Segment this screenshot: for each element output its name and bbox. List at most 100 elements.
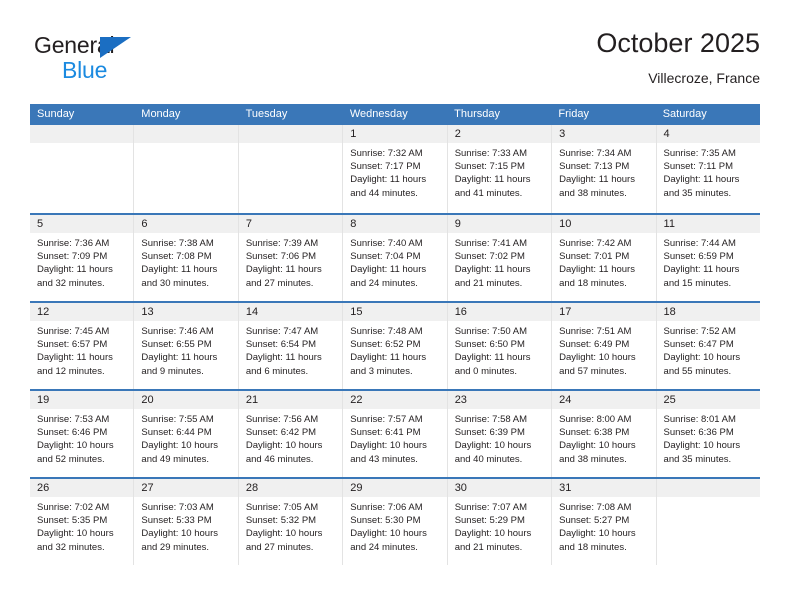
calendar-day-cell[interactable]: 27 Sunrise: 7:03 AM Sunset: 5:33 PM Dayligh… <box>134 479 239 565</box>
calendar-day-cell[interactable]: 22 Sunrise: 7:57 AM Sunset: 6:41 PM Dayligh… <box>343 391 448 477</box>
calendar-day-cell[interactable]: 23 Sunrise: 7:58 AM Sunset: 6:39 PM Dayligh… <box>447 391 553 477</box>
calendar-day-cell[interactable]: 6 Sunrise: 7:38 AM Sunset: 7:08 PM Daylight… <box>134 215 239 301</box>
day-number-band: 20 <box>134 391 238 409</box>
general-blue-logo[interactable]: General Blue <box>34 32 164 90</box>
day-number-band: 3 <box>552 125 656 143</box>
calendar-day-cell[interactable]: 28 Sunrise: 7:05 AM Sunset: 5:32 PM Dayligh… <box>238 479 344 565</box>
day-number-band: 24 <box>552 391 656 409</box>
day-details: Sunrise: 7:51 AM Sunset: 6:49 PM Daylight:… <box>552 321 655 378</box>
day-number: 3 <box>559 128 566 140</box>
calendar-day-cell[interactable]: 4 Sunrise: 7:35 AM Sunset: 7:11 PM Daylight… <box>656 125 760 213</box>
daylight-duration-line2: and 15 minutes. <box>663 277 732 289</box>
sunrise-time: Sunrise: 7:46 AM <box>141 326 214 337</box>
day-details: Sunrise: 7:38 AM Sunset: 7:08 PM Daylight:… <box>134 233 237 290</box>
day-number-band: 15 <box>343 303 447 321</box>
day-number: 15 <box>350 306 363 318</box>
calendar-day-cell-empty <box>238 125 344 213</box>
calendar-day-cell[interactable]: 8 Sunrise: 7:40 AM Sunset: 7:04 PM Daylight… <box>343 215 448 301</box>
daylight-duration-line2: and 21 minutes. <box>454 541 523 553</box>
day-number: 13 <box>141 306 154 318</box>
calendar-day-cell[interactable]: 17 Sunrise: 7:51 AM Sunset: 6:49 PM Dayligh… <box>552 303 657 389</box>
day-details: Sunrise: 7:06 AM Sunset: 5:30 PM Daylight:… <box>343 497 446 554</box>
calendar-day-cell[interactable]: 20 Sunrise: 7:55 AM Sunset: 6:44 PM Dayligh… <box>134 391 239 477</box>
day-details: Sunrise: 7:47 AM Sunset: 6:54 PM Daylight:… <box>239 321 342 378</box>
calendar-day-cell[interactable]: 14 Sunrise: 7:47 AM Sunset: 6:54 PM Dayligh… <box>238 303 344 389</box>
daylight-duration-line1: Daylight: 11 hours <box>37 264 113 276</box>
calendar-day-cell[interactable]: 15 Sunrise: 7:48 AM Sunset: 6:52 PM Dayligh… <box>343 303 448 389</box>
day-details: Sunrise: 7:36 AM Sunset: 7:09 PM Daylight:… <box>30 233 133 290</box>
sunset-time: Sunset: 7:01 PM <box>559 251 630 263</box>
calendar-day-cell[interactable]: 7 Sunrise: 7:39 AM Sunset: 7:06 PM Daylight… <box>238 215 344 301</box>
sunrise-time: Sunrise: 7:51 AM <box>559 326 632 337</box>
sunrise-time: Sunrise: 8:01 AM <box>663 414 736 425</box>
day-number-band: 23 <box>447 391 552 409</box>
daylight-duration-line1: Daylight: 10 hours <box>350 440 427 452</box>
day-number: 18 <box>663 306 676 318</box>
day-number-band: 10 <box>552 215 656 233</box>
calendar-day-cell[interactable]: 2 Sunrise: 7:33 AM Sunset: 7:15 PM Daylight… <box>447 125 553 213</box>
day-number-band: 25 <box>656 391 760 409</box>
day-number: 28 <box>245 482 259 494</box>
calendar-day-cell[interactable]: 26 Sunrise: 7:02 AM Sunset: 5:35 PM Dayligh… <box>30 479 135 565</box>
calendar-day-cell[interactable]: 19 Sunrise: 7:53 AM Sunset: 6:46 PM Dayligh… <box>30 391 135 477</box>
day-number-band: 21 <box>238 391 343 409</box>
calendar-day-cell[interactable]: 29 Sunrise: 7:06 AM Sunset: 5:30 PM Dayligh… <box>343 479 448 565</box>
sunrise-time: Sunrise: 7:02 AM <box>37 502 110 513</box>
calendar-day-cell[interactable]: 25 Sunrise: 8:01 AM Sunset: 6:36 PM Dayligh… <box>656 391 760 477</box>
day-details: Sunrise: 7:50 AM Sunset: 6:50 PM Daylight:… <box>448 321 551 378</box>
daylight-duration-line1: Daylight: 10 hours <box>350 528 427 540</box>
daylight-duration-line2: and 52 minutes. <box>37 453 105 465</box>
sunrise-time: Sunrise: 7:41 AM <box>454 238 528 249</box>
daylight-duration-line1: Daylight: 10 hours <box>245 440 323 452</box>
calendar-day-cell[interactable]: 21 Sunrise: 7:56 AM Sunset: 6:42 PM Dayligh… <box>238 391 344 477</box>
calendar-day-cell[interactable]: 31 Sunrise: 7:08 AM Sunset: 5:27 PM Dayligh… <box>552 479 657 565</box>
calendar-week-row: 5 Sunrise: 7:36 AM Sunset: 7:09 PM Daylight… <box>30 213 760 301</box>
calendar-day-cell[interactable]: 5 Sunrise: 7:36 AM Sunset: 7:09 PM Daylight… <box>30 215 135 301</box>
daylight-duration-line1: Daylight: 11 hours <box>559 174 635 186</box>
weekday-header-thursday: Thursday <box>454 108 500 120</box>
calendar-day-cell[interactable]: 11 Sunrise: 7:44 AM Sunset: 6:59 PM Dayligh… <box>656 215 760 301</box>
sunrise-time: Sunrise: 7:40 AM <box>350 238 423 249</box>
sunset-time: Sunset: 5:29 PM <box>454 515 525 527</box>
day-number: 17 <box>559 306 572 318</box>
day-number: 10 <box>559 218 572 230</box>
daylight-duration-line1: Daylight: 10 hours <box>245 528 323 540</box>
daylight-duration-line2: and 44 minutes. <box>350 187 418 199</box>
sunset-time: Sunset: 6:41 PM <box>350 427 421 439</box>
calendar-day-cell[interactable]: 13 Sunrise: 7:46 AM Sunset: 6:55 PM Dayligh… <box>134 303 239 389</box>
daylight-duration-line2: and 41 minutes. <box>454 187 523 199</box>
day-number-band: 5 <box>30 215 134 233</box>
calendar-day-cell[interactable]: 30 Sunrise: 7:07 AM Sunset: 5:29 PM Dayligh… <box>447 479 553 565</box>
calendar-page: General Blue October 2025 Villecroze, Fr… <box>0 0 792 612</box>
sunrise-time: Sunrise: 7:03 AM <box>141 502 214 513</box>
calendar-day-cell[interactable]: 12 Sunrise: 7:45 AM Sunset: 6:57 PM Dayligh… <box>30 303 135 389</box>
calendar-week-row: 12 Sunrise: 7:45 AM Sunset: 6:57 PM Dayligh… <box>30 301 760 389</box>
calendar-day-cell[interactable]: 9 Sunrise: 7:41 AM Sunset: 7:02 PM Daylight… <box>447 215 553 301</box>
daylight-duration-line1: Daylight: 10 hours <box>559 352 636 364</box>
weekday-header-friday: Friday <box>558 108 589 120</box>
calendar-day-cell-empty <box>656 479 760 565</box>
day-number-band: 29 <box>343 479 447 497</box>
day-details: Sunrise: 7:45 AM Sunset: 6:57 PM Daylight:… <box>30 321 133 378</box>
day-number: 23 <box>454 394 467 406</box>
day-number: 6 <box>141 218 148 230</box>
daylight-duration-line1: Daylight: 10 hours <box>663 440 741 452</box>
logo-text-blue: Blue <box>62 57 108 83</box>
calendar-week-row: 26 Sunrise: 7:02 AM Sunset: 5:35 PM Dayligh… <box>30 477 760 565</box>
day-details: Sunrise: 7:34 AM Sunset: 7:13 PM Daylight:… <box>552 143 655 200</box>
page-subtitle-location: Villecroze, France <box>648 70 760 86</box>
calendar-day-cell[interactable]: 24 Sunrise: 8:00 AM Sunset: 6:38 PM Dayligh… <box>552 391 657 477</box>
calendar-day-cell[interactable]: 16 Sunrise: 7:50 AM Sunset: 6:50 PM Dayligh… <box>447 303 553 389</box>
calendar-day-cell[interactable]: 10 Sunrise: 7:42 AM Sunset: 7:01 PM Dayligh… <box>552 215 657 301</box>
calendar-day-cell[interactable]: 3 Sunrise: 7:34 AM Sunset: 7:13 PM Daylight… <box>552 125 657 213</box>
daylight-duration-line1: Daylight: 11 hours <box>454 264 531 276</box>
day-number: 19 <box>37 394 50 406</box>
calendar-week-row: 19 Sunrise: 7:53 AM Sunset: 6:46 PM Dayligh… <box>30 389 760 477</box>
calendar-table: Sunday Monday Tuesday Wednesday Thursday Frid… <box>30 104 760 565</box>
day-number: 8 <box>350 218 357 230</box>
day-number-band: 4 <box>656 125 760 143</box>
calendar-day-cell[interactable]: 1 Sunrise: 7:32 AM Sunset: 7:17 PM Daylight… <box>343 125 448 213</box>
sunrise-time: Sunrise: 7:58 AM <box>454 414 528 425</box>
sunrise-time: Sunrise: 7:50 AM <box>454 326 528 337</box>
calendar-day-cell[interactable]: 18 Sunrise: 7:52 AM Sunset: 6:47 PM Dayligh… <box>656 303 760 389</box>
